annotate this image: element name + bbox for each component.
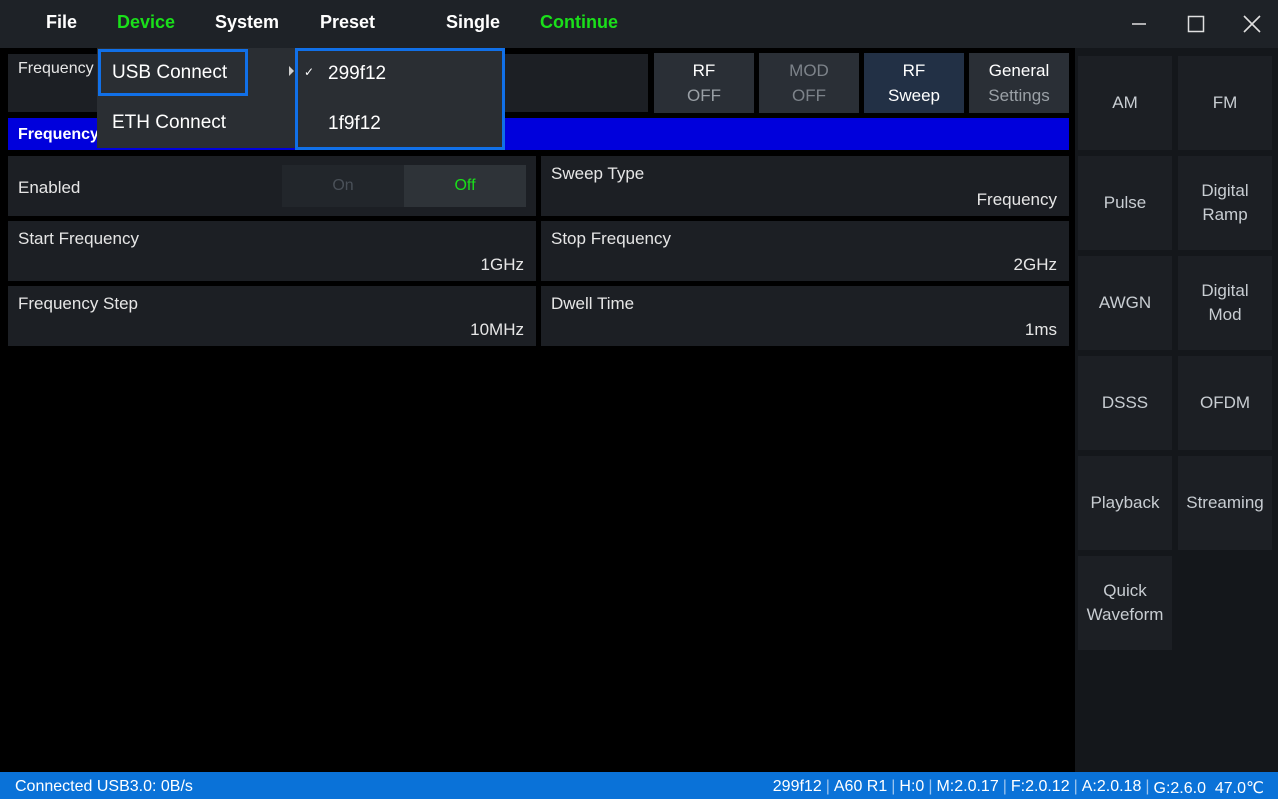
ofdm-label: OFDM — [1199, 393, 1251, 412]
fm-label: FM — [1212, 93, 1238, 112]
device-1f9f12-item[interactable]: 1f9f12 — [298, 101, 502, 149]
start-frequency-field[interactable]: Start Frequency 1GHz — [8, 221, 536, 281]
dwell-time-field[interactable]: Dwell Time 1ms — [541, 286, 1069, 346]
sweep-type-field[interactable]: Sweep Type Frequency — [541, 156, 1069, 216]
menu-device[interactable]: Device — [117, 12, 175, 33]
general-settings-line1: General — [988, 61, 1050, 80]
status-f: F:2.0.12 — [1010, 778, 1070, 795]
awgn-label: AWGN — [1098, 293, 1152, 312]
device-dropdown: USB Connect ETH Connect — [97, 48, 297, 148]
eth-connect-item[interactable]: ETH Connect — [97, 98, 297, 148]
rf-sweep-button[interactable]: RF Sweep — [864, 53, 964, 113]
minimize-button[interactable] — [1124, 10, 1154, 38]
mod-off-line1: MOD — [789, 61, 829, 80]
playback-label: Playback — [1090, 493, 1160, 512]
general-settings-line2: Settings — [988, 86, 1050, 105]
awgn-button[interactable]: AWGN — [1078, 256, 1172, 350]
section-header-label: Frequency — [18, 126, 99, 143]
stop-frequency-label: Stop Frequency — [551, 229, 672, 248]
digital-ramp-button[interactable]: Digital Ramp — [1178, 156, 1272, 250]
eth-connect-label: ETH Connect — [112, 112, 227, 133]
pulse-label: Pulse — [1103, 193, 1147, 212]
menu-file[interactable]: File — [46, 12, 77, 33]
dsss-button[interactable]: DSSS — [1078, 356, 1172, 450]
frequency-step-field[interactable]: Frequency Step 10MHz — [8, 286, 536, 346]
menu-single[interactable]: Single — [446, 12, 500, 33]
status-bar: Connected USB3.0: 0B/s 299f12 | A60 R1 | H… — [0, 772, 1278, 799]
close-button[interactable] — [1237, 10, 1267, 38]
minimize-icon — [1132, 23, 1146, 25]
am-label: AM — [1112, 93, 1138, 112]
device-1f9f12-label: 1f9f12 — [328, 113, 381, 134]
rf-sweep-line1: RF — [902, 61, 926, 80]
close-icon — [1243, 15, 1261, 33]
menu-preset[interactable]: Preset — [320, 12, 375, 33]
mode-sidebar: AM FM Pulse Digital Ramp AWGN Digital Mo… — [1075, 48, 1278, 772]
streaming-label: Streaming — [1186, 493, 1264, 512]
rf-off-button[interactable]: RF OFF — [654, 53, 754, 113]
quick-waveform-button[interactable]: Quick Waveform — [1078, 556, 1172, 650]
stop-frequency-value: 2GHz — [1013, 255, 1057, 274]
menu-system[interactable]: System — [215, 12, 279, 33]
pulse-button[interactable]: Pulse — [1078, 156, 1172, 250]
usb-device-submenu: ✓ 299f12 1f9f12 — [295, 48, 505, 150]
connection-status: Connected USB3.0: 0B/s — [15, 778, 193, 795]
status-model: A60 R1 — [833, 778, 888, 795]
status-m: M:2.0.17 — [936, 778, 999, 795]
status-h: H:0 — [899, 778, 925, 795]
menu-continue[interactable]: Continue — [540, 12, 618, 33]
status-serial: 299f12 — [772, 778, 822, 795]
frequency-step-label: Frequency Step — [18, 294, 139, 313]
mod-off-button[interactable]: MOD OFF — [759, 53, 859, 113]
stop-frequency-field[interactable]: Stop Frequency 2GHz — [541, 221, 1069, 281]
device-299f12-label: 299f12 — [328, 63, 387, 84]
digital-ramp-line1: Digital — [1201, 181, 1249, 200]
submenu-arrow-icon — [289, 66, 294, 76]
start-frequency-value: 1GHz — [480, 255, 524, 274]
digital-mod-button[interactable]: Digital Mod — [1178, 256, 1272, 350]
frequency-step-value: 10MHz — [470, 320, 524, 339]
am-button[interactable]: AM — [1078, 56, 1172, 150]
quick-waveform-line2: Waveform — [1086, 605, 1164, 624]
start-frequency-label: Start Frequency — [18, 229, 139, 248]
status-g-temp: G:2.6.0 47.0℃ — [1153, 780, 1264, 797]
digital-ramp-line2: Ramp — [1202, 205, 1248, 224]
mod-off-line2: OFF — [792, 86, 826, 105]
streaming-button[interactable]: Streaming — [1178, 456, 1272, 550]
toggle-off-option[interactable]: Off — [404, 165, 526, 207]
toggle-on-option[interactable]: On — [282, 165, 404, 207]
maximize-icon — [1187, 15, 1205, 33]
rf-sweep-line2: Sweep — [888, 86, 940, 105]
rf-off-line2: OFF — [687, 86, 721, 105]
device-info: 299f12 | A60 R1 | H:0 | M:2.0.17 | F:2.0.12 |… — [772, 778, 1264, 797]
ofdm-button[interactable]: OFDM — [1178, 356, 1272, 450]
dsss-label: DSSS — [1101, 393, 1149, 412]
digital-mod-line2: Mod — [1208, 305, 1242, 324]
general-settings-button[interactable]: General Settings — [969, 53, 1069, 113]
menu-bar: File Device System Preset Single Continu… — [0, 0, 1278, 48]
enabled-label: Enabled — [18, 178, 81, 197]
fm-button[interactable]: FM — [1178, 56, 1272, 150]
sweep-type-label: Sweep Type — [551, 164, 645, 183]
enabled-toggle[interactable]: On Off — [282, 165, 526, 207]
maximize-button[interactable] — [1181, 10, 1211, 38]
checkmark-icon: ✓ — [304, 65, 315, 79]
device-299f12-item[interactable]: ✓ 299f12 — [298, 51, 502, 99]
rf-off-line1: RF — [692, 61, 716, 80]
status-a: A:2.0.18 — [1081, 778, 1142, 795]
playback-button[interactable]: Playback — [1078, 456, 1172, 550]
usb-connect-item[interactable]: USB Connect — [97, 48, 297, 98]
frequency-strip-label: Frequency — [18, 60, 94, 77]
dwell-time-value: 1ms — [1024, 320, 1057, 339]
sweep-type-value: Frequency — [976, 190, 1057, 209]
dwell-time-label: Dwell Time — [551, 294, 635, 313]
usb-connect-label: USB Connect — [112, 62, 228, 83]
quick-waveform-line1: Quick — [1103, 581, 1147, 600]
digital-mod-line1: Digital — [1201, 281, 1249, 300]
